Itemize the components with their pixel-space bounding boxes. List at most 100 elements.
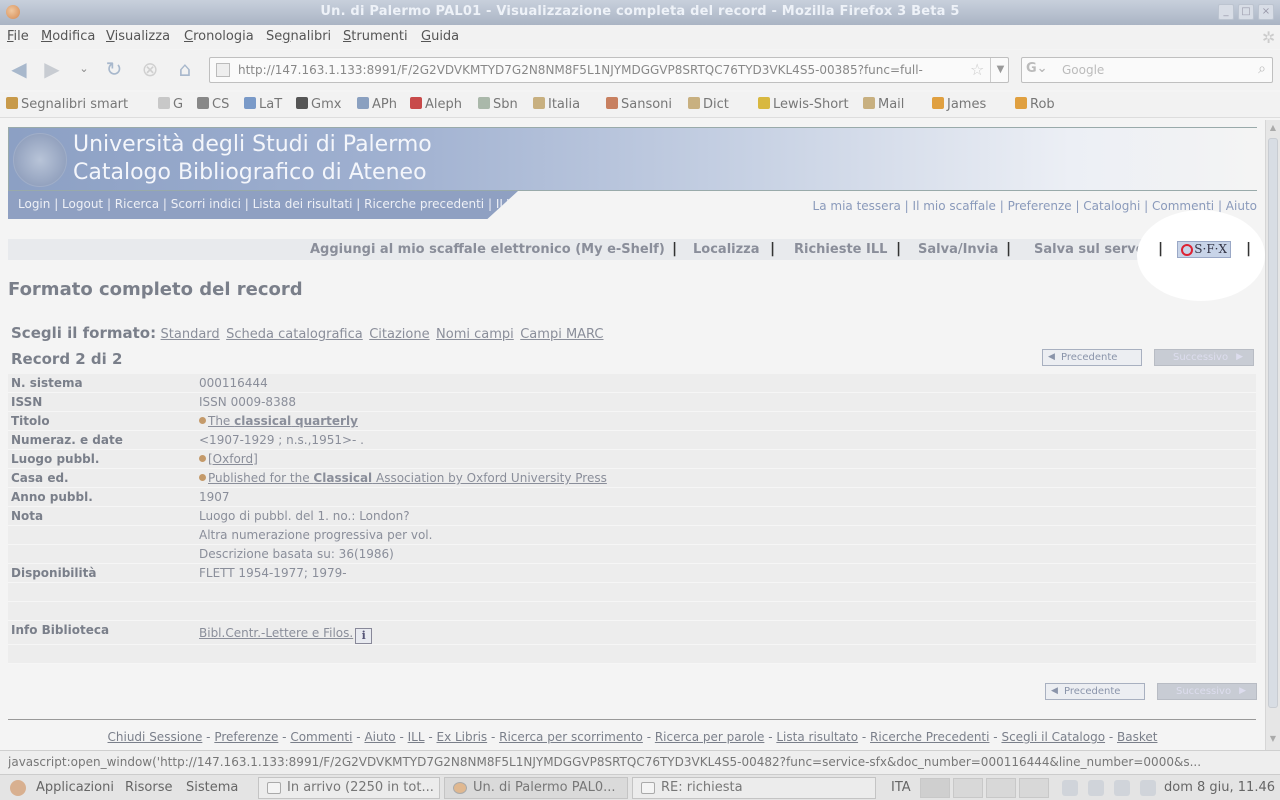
footer-link-aiuto[interactable]: Aiuto (364, 730, 395, 744)
format-label: Scegli il formato: (11, 324, 157, 342)
bookmark-lat[interactable]: LaT (244, 97, 282, 112)
reload-button[interactable]: ↻ (102, 58, 126, 82)
footer-link-commenti[interactable]: Commenti (290, 730, 352, 744)
prev-button-bottom[interactable]: ◀ Precedente (1045, 683, 1145, 700)
session-links[interactable]: Login | Logout | Ricerca | Scorri indici… (18, 197, 513, 211)
save-server-link[interactable]: Salva sul server (1034, 242, 1151, 257)
bookmark-mail[interactable]: Mail (863, 97, 904, 112)
task-compose[interactable]: RE: richiesta (632, 777, 876, 799)
table-row: Numeraz. e date <1907-1929 ; n.s.,1951>-… (8, 431, 1256, 450)
localizza-link[interactable]: Localizza (693, 242, 760, 257)
format-nomi-campi-link[interactable]: Nomi campi (436, 327, 514, 342)
close-button[interactable]: × (1258, 4, 1274, 20)
workspace-2[interactable] (953, 778, 983, 798)
search-bar[interactable]: G⌄ Google ⌕ (1021, 57, 1273, 83)
save-send-link[interactable]: Salva/Invia (918, 242, 998, 257)
back-button[interactable]: ◀ (7, 58, 31, 82)
bookmark-sbn[interactable]: Sbn (478, 97, 518, 112)
table-row: Luogo pubbl. [Oxford] (8, 450, 1256, 469)
footer-link-scegli-il-catalogo[interactable]: Scegli il Catalogo (1001, 730, 1105, 744)
search-icon[interactable]: ⌕ (1258, 61, 1266, 77)
bookmark-aleph[interactable]: Aleph (410, 97, 462, 112)
maximize-button[interactable]: □ (1238, 4, 1254, 20)
format-marc-link[interactable]: Campi MARC (520, 327, 603, 342)
publisher-link[interactable]: Published for the Classical Association … (208, 471, 607, 485)
separator: | (1158, 241, 1164, 257)
scroll-up-icon[interactable]: ▲ (1268, 123, 1278, 135)
places-menu[interactable]: Risorse (125, 780, 173, 795)
format-scheda-link[interactable]: Scheda catalografica (226, 327, 363, 342)
field-value: 000116444 (199, 376, 268, 390)
site-identity-icon[interactable] (216, 63, 230, 77)
menu-guida[interactable]: Guida (421, 29, 459, 44)
applications-menu[interactable]: Applicazioni (36, 780, 114, 795)
menu-cronologia[interactable]: Cronologia (184, 29, 254, 44)
footer-link-ricerche-precedenti[interactable]: Ricerche Precedenti (870, 730, 989, 744)
search-tray-icon[interactable] (1088, 780, 1104, 796)
bookmark-james[interactable]: James (932, 97, 986, 112)
minimize-button[interactable]: _ (1218, 4, 1234, 20)
place-link[interactable]: [Oxford] (208, 452, 258, 466)
footer-link-lista-risultato[interactable]: Lista risultato (776, 730, 858, 744)
menu-visualizza[interactable]: Visualizza (106, 29, 170, 44)
ill-request-link[interactable]: Richieste ILL (794, 242, 887, 257)
menu-modifica[interactable]: Modifica (41, 29, 95, 44)
volume-icon[interactable] (1140, 780, 1156, 796)
history-dropdown-icon[interactable]: ⌄ (72, 58, 96, 82)
bookmark-italia[interactable]: Italia (533, 97, 580, 112)
footer-link-ill[interactable]: ILL (408, 730, 425, 744)
bookmark-sansoni[interactable]: Sansoni (606, 97, 672, 112)
task-firefox[interactable]: Un. di Palermo PAL0... (444, 777, 628, 799)
title-link[interactable]: The classical quarterly (208, 414, 358, 428)
bookmark-dict[interactable]: Dict (688, 97, 729, 112)
keyboard-layout[interactable]: ITA (891, 780, 911, 795)
bookmark-gmx[interactable]: Gmx (296, 97, 341, 112)
publisher-part: Association by Oxford University Press (372, 471, 607, 485)
workspace-1[interactable] (920, 778, 950, 798)
footer-link-chiudi-sessione[interactable]: Chiudi Sessione (108, 730, 203, 744)
google-engine-icon[interactable]: G⌄ (1026, 61, 1054, 79)
workspace-3[interactable] (986, 778, 1016, 798)
bookmark-lewis-short[interactable]: Lewis-Short (758, 97, 849, 112)
status-text: javascript:open_window('http://147.163.1… (8, 755, 1202, 769)
scroll-thumb[interactable] (1268, 138, 1278, 708)
home-button[interactable]: ⌂ (173, 58, 197, 82)
url-dropdown-icon[interactable]: ▼ (990, 58, 1010, 82)
footer-link-ricerca-per-parole[interactable]: Ricerca per parole (655, 730, 765, 744)
footer-link-ricerca-per-scorrimento[interactable]: Ricerca per scorrimento (499, 730, 643, 744)
bookmark-aph[interactable]: APh (357, 97, 397, 112)
window-titlebar: Un. di Palermo PAL01 - Visualizzazione c… (0, 0, 1280, 25)
bookmark-segnalibri-smart[interactable]: Segnalibri smart (6, 97, 128, 112)
next-button-bottom[interactable]: Successivo ▶ (1157, 683, 1257, 700)
url-bar[interactable]: http://147.163.1.133:8991/F/2G2VDVKMTYD7… (209, 57, 1009, 83)
prev-button-top[interactable]: ◀ Precedente (1042, 349, 1142, 366)
sfx-button[interactable]: S·F·X (1177, 241, 1231, 258)
menu-strumenti[interactable]: Strumenti (343, 29, 408, 44)
info-icon[interactable]: i (355, 628, 373, 644)
workspace-4[interactable] (1019, 778, 1049, 798)
footer-link-preferenze[interactable]: Preferenze (214, 730, 278, 744)
bookmark-star-icon[interactable]: ☆ (970, 60, 984, 79)
scroll-down-icon[interactable]: ▼ (1268, 734, 1278, 746)
footer-link-basket[interactable]: Basket (1117, 730, 1157, 744)
library-link[interactable]: Bibl.Centr.-Lettere e Filos. (199, 626, 353, 640)
task-mail[interactable]: In arrivo (2250 in tot... (258, 777, 440, 799)
clock[interactable]: dom 8 giu, 11.46 (1164, 780, 1275, 795)
menu-file[interactable]: File (7, 29, 29, 44)
stop-button[interactable]: ⊗ (138, 58, 162, 82)
next-button-top[interactable]: Successivo ▶ (1154, 349, 1254, 366)
forward-button[interactable]: ▶ (40, 58, 64, 82)
format-standard-link[interactable]: Standard (161, 327, 220, 342)
footer-link-ex-libris[interactable]: Ex Libris (437, 730, 488, 744)
network-icon[interactable] (1114, 780, 1130, 796)
update-icon[interactable] (1062, 780, 1078, 796)
system-menu[interactable]: Sistema (186, 780, 238, 795)
page-content: Università degli Studi di Palermo Catalo… (0, 120, 1265, 750)
bookmark-rob[interactable]: Rob (1015, 97, 1055, 112)
add-eshelf-link[interactable]: Aggiungi al mio scaffale elettronico (My… (310, 242, 665, 257)
bookmark-g[interactable]: G (158, 97, 183, 112)
menu-segnalibri[interactable]: Segnalibri (266, 29, 331, 44)
page-scrollbar[interactable]: ▲ ▼ (1265, 120, 1280, 750)
bookmark-cs[interactable]: CS (197, 97, 229, 112)
format-citazione-link[interactable]: Citazione (369, 327, 429, 342)
